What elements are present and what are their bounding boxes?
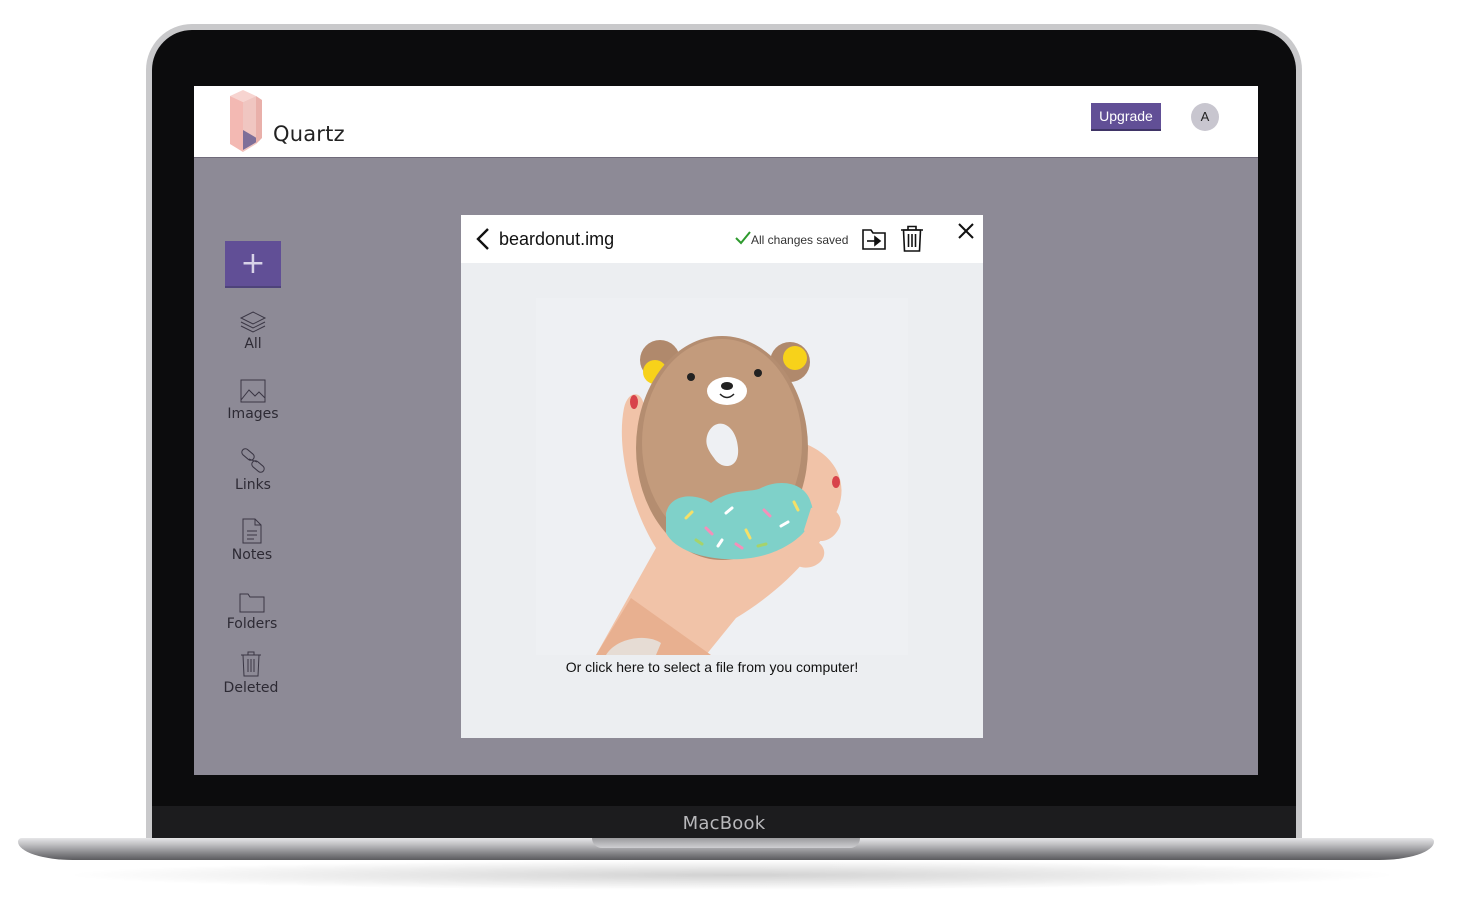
sidebar-item-notes[interactable]: Notes	[212, 517, 292, 563]
move-to-folder-icon[interactable]	[861, 227, 887, 251]
modal-header: beardonut.img All changes saved	[461, 215, 983, 263]
sidebar-item-label: Notes	[231, 547, 273, 563]
sidebar-item-deleted[interactable]: Deleted	[211, 650, 291, 696]
trash-icon	[241, 651, 261, 677]
sidebar-item-label: Images	[227, 406, 279, 422]
app-screen: Quartz Upgrade A + All Images Links Note…	[194, 86, 1258, 775]
sidebar-item-all[interactable]: All	[213, 310, 293, 352]
device-brand: MacBook	[682, 813, 766, 834]
file-viewer-modal: beardonut.img All changes saved Or click…	[461, 215, 983, 738]
add-item-button[interactable]: +	[225, 241, 281, 286]
sidebar-item-label: Links	[235, 477, 271, 493]
quartz-logo-icon	[230, 90, 262, 152]
avatar[interactable]: A	[1191, 103, 1219, 131]
upgrade-button[interactable]: Upgrade	[1091, 103, 1161, 129]
link-icon	[241, 448, 265, 473]
laptop-shadow	[60, 860, 1404, 890]
folder-icon	[239, 593, 265, 613]
bear-donut-photo	[536, 298, 908, 655]
check-icon	[735, 231, 751, 245]
sidebar-item-label: Folders	[226, 616, 278, 632]
sidebar-item-folders[interactable]: Folders	[212, 590, 292, 632]
app-name: Quartz	[273, 122, 345, 146]
top-bar: Quartz Upgrade A	[194, 86, 1258, 158]
sidebar-item-links[interactable]: Links	[213, 447, 293, 493]
sidebar-item-label: All	[244, 336, 262, 352]
image-preview[interactable]	[536, 298, 908, 655]
laptop-notch	[592, 838, 860, 848]
file-name[interactable]: beardonut.img	[499, 229, 614, 250]
save-status: All changes saved	[751, 233, 849, 247]
close-icon[interactable]	[956, 221, 976, 241]
sidebar-item-label: Deleted	[223, 680, 279, 696]
note-icon	[242, 518, 262, 544]
trash-icon[interactable]	[900, 225, 924, 253]
image-icon	[240, 379, 266, 403]
back-icon[interactable]	[475, 227, 491, 251]
select-file-link[interactable]: Or click here to select a file from you …	[461, 659, 963, 675]
sidebar-item-images[interactable]: Images	[213, 378, 293, 422]
layers-icon	[239, 311, 267, 333]
